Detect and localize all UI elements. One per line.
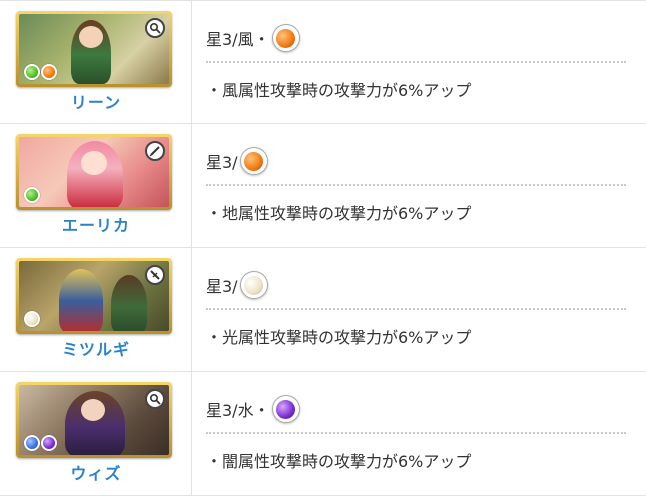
table-row: ウィズ 星3/水・ ・闇属性攻撃時の攻撃力が6%アップ: [0, 372, 646, 496]
character-cell: ウィズ: [0, 372, 192, 495]
table-row: エーリカ 星3/ ・地属性攻撃時の攻撃力が6%アップ: [0, 124, 646, 248]
wind-element-icon: [24, 64, 40, 80]
effect-text: ・風属性攻撃時の攻撃力が6%アップ: [206, 81, 472, 100]
skill-cell: 星3/水・ ・闇属性攻撃時の攻撃力が6%アップ: [192, 372, 646, 495]
rarity-text: 星3/風・: [206, 30, 270, 49]
character-name[interactable]: ウィズ: [0, 460, 192, 484]
effect-text: ・地属性攻撃時の攻撃力が6%アップ: [206, 204, 472, 223]
character-portrait: [19, 261, 169, 331]
skill-cell: 星3/ ・地属性攻撃時の攻撃力が6%アップ: [192, 124, 646, 247]
pen-icon: [145, 141, 165, 161]
character-card[interactable]: [16, 134, 172, 210]
rarity-line: 星3/風・: [206, 23, 300, 53]
table-row: ミツルギ 星3/ ・光属性攻撃時の攻撃力が6%アップ: [0, 248, 646, 372]
element-orbs: [24, 311, 40, 327]
character-card[interactable]: [16, 11, 172, 87]
magnifier-icon: [145, 389, 165, 409]
element-orbs: [24, 187, 40, 203]
character-name[interactable]: エーリカ: [0, 212, 192, 236]
dark-element-icon: [41, 435, 57, 451]
earth-orb-icon: [271, 24, 300, 52]
skill-cell: 星3/ ・光属性攻撃時の攻撃力が6%アップ: [192, 248, 646, 371]
dotted-divider: [206, 432, 626, 434]
rarity-text: 星3/水・: [206, 401, 270, 420]
rarity-line: 星3/: [206, 146, 268, 176]
character-cell: リーン: [0, 1, 192, 123]
table-row: リーン 星3/風・ ・風属性攻撃時の攻撃力が6%アップ: [0, 0, 646, 124]
earth-element-icon: [41, 64, 57, 80]
sword-icon: [145, 265, 165, 285]
character-name[interactable]: ミツルギ: [0, 336, 192, 360]
character-name[interactable]: リーン: [0, 89, 192, 113]
character-portrait: [19, 14, 169, 84]
magnifier-icon: [145, 18, 165, 38]
dotted-divider: [206, 308, 626, 310]
wind-element-icon: [24, 187, 40, 203]
character-cell: エーリカ: [0, 124, 192, 247]
element-orbs: [24, 64, 57, 80]
dark-orb-icon: [271, 395, 300, 423]
skill-cell: 星3/風・ ・風属性攻撃時の攻撃力が6%アップ: [192, 1, 646, 123]
rarity-text: 星3/: [206, 153, 238, 172]
character-card[interactable]: [16, 258, 172, 334]
earth-orb-icon: [239, 147, 268, 175]
character-portrait: [19, 385, 169, 455]
character-card[interactable]: [16, 382, 172, 458]
rarity-line: 星3/: [206, 270, 268, 300]
water-element-icon: [24, 435, 40, 451]
effect-text: ・闇属性攻撃時の攻撃力が6%アップ: [206, 452, 472, 471]
light-orb-icon: [239, 271, 268, 299]
character-portrait: [19, 137, 169, 207]
element-orbs: [24, 435, 57, 451]
dotted-divider: [206, 184, 626, 186]
dotted-divider: [206, 61, 626, 63]
rarity-line: 星3/水・: [206, 394, 300, 424]
rarity-text: 星3/: [206, 277, 238, 296]
light-element-icon: [24, 311, 40, 327]
character-cell: ミツルギ: [0, 248, 192, 371]
effect-text: ・光属性攻撃時の攻撃力が6%アップ: [206, 328, 472, 347]
